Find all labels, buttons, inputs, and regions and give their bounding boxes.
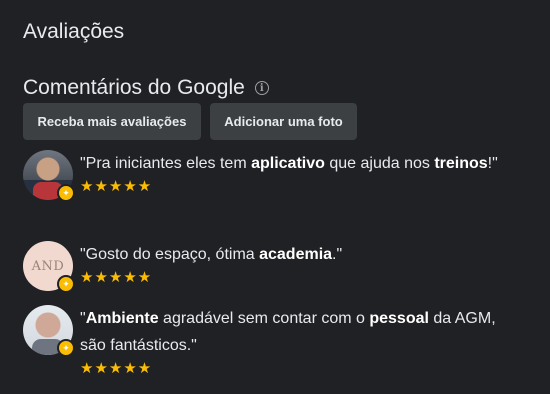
local-guide-badge-icon: ✦ xyxy=(57,184,75,202)
review-text: "Pra iniciantes eles tem aplicativo que … xyxy=(80,155,498,172)
local-guide-badge-icon: ✦ xyxy=(57,275,75,293)
review-text: "Gosto do espaço, ótima academia." xyxy=(80,246,343,263)
star-rating: ★★★★★ xyxy=(80,360,153,377)
get-more-reviews-button[interactable]: Receba mais avaliações xyxy=(23,103,201,140)
reviewer-avatar[interactable]: ✦ xyxy=(23,150,75,202)
add-photo-button[interactable]: Adicionar uma foto xyxy=(210,103,357,140)
reviewer-avatar[interactable]: AND ✦ xyxy=(23,241,75,293)
local-guide-badge-icon: ✦ xyxy=(57,339,75,357)
star-rating: ★★★★★ xyxy=(80,178,153,195)
review-item[interactable]: ✦ "Pra iniciantes eles tem aplicativo qu… xyxy=(23,150,500,202)
section-title: Avaliações xyxy=(23,20,125,43)
info-icon[interactable]: i xyxy=(254,81,269,95)
review-text: "Ambiente agradável sem contar com o pes… xyxy=(80,310,496,354)
google-reviews-header: Comentários do Google i xyxy=(23,76,269,100)
review-item[interactable]: AND ✦ "Gosto do espaço, ótima academia."… xyxy=(23,241,500,293)
review-item[interactable]: ✦ "Ambiente agradável sem contar com o p… xyxy=(23,305,500,378)
avatar-initials: AND xyxy=(31,258,65,274)
google-reviews-title: Comentários do Google xyxy=(23,76,245,99)
reviewer-avatar[interactable]: ✦ xyxy=(23,305,75,357)
star-rating: ★★★★★ xyxy=(80,269,153,286)
